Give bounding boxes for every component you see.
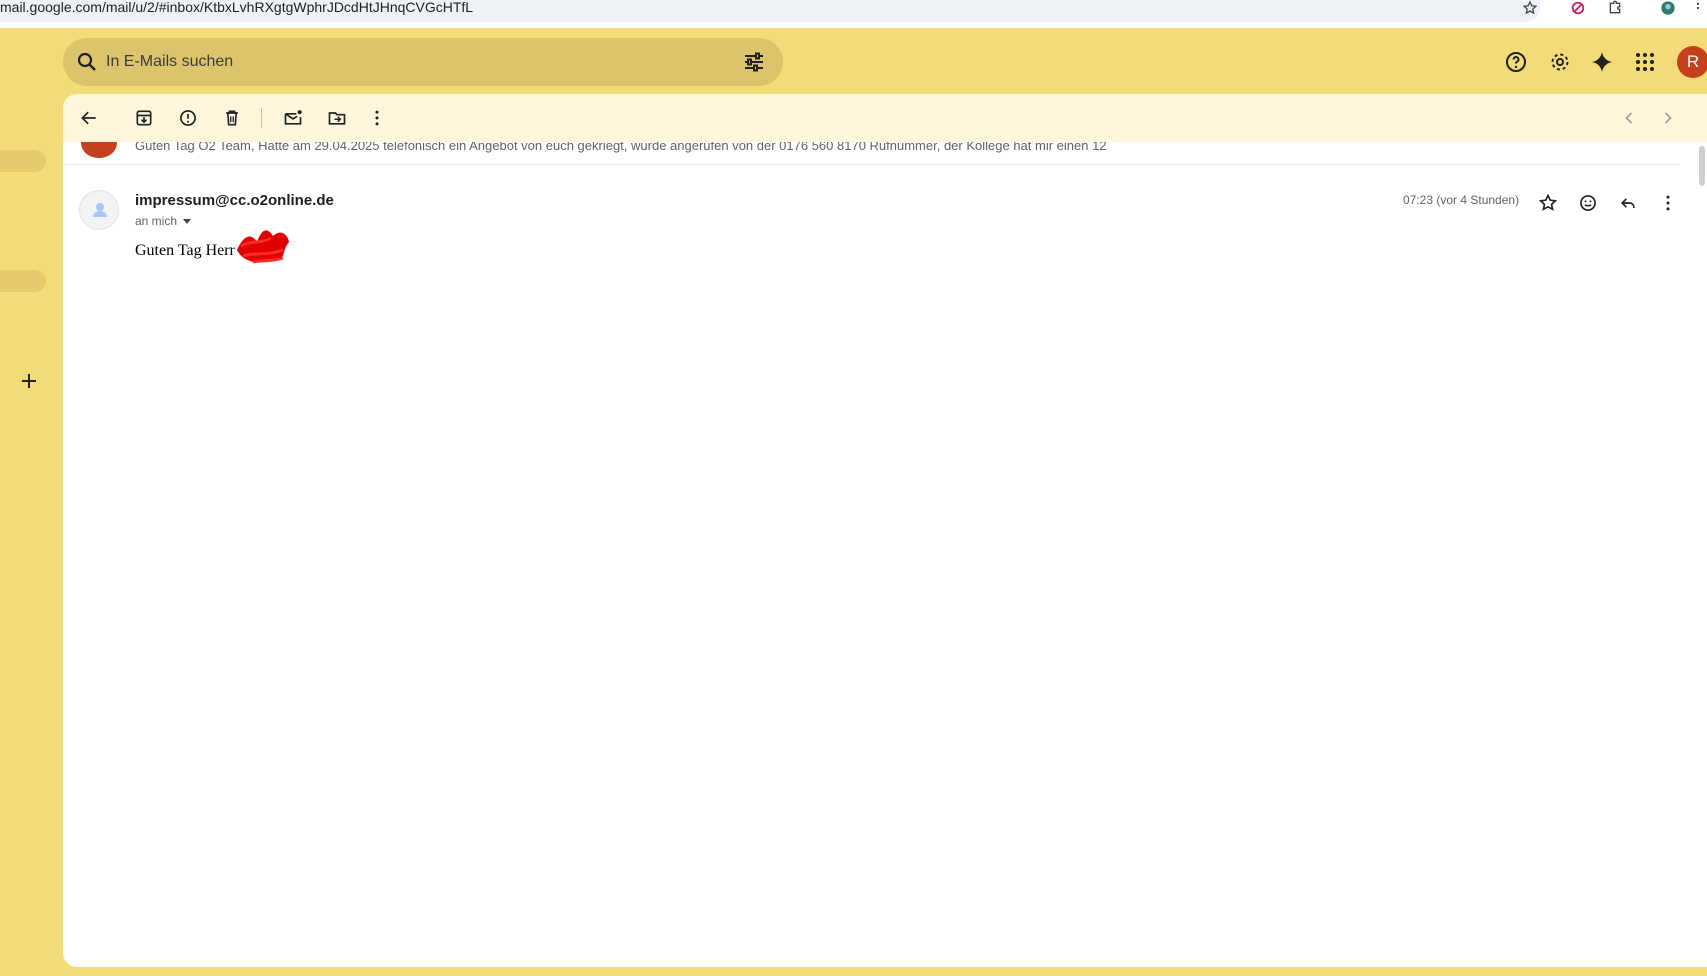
reply-icon xyxy=(1620,198,1635,208)
newer-button[interactable] xyxy=(1615,104,1643,132)
url-text[interactable]: mail.google.com/mail/u/2/#inbox/KtbxLvhR… xyxy=(0,0,473,14)
gear-icon xyxy=(1551,53,1569,71)
mail-unread-icon xyxy=(284,110,302,125)
sender-avatar xyxy=(81,142,117,158)
chevron-right-icon xyxy=(1664,112,1672,124)
sparkle-icon xyxy=(1592,52,1612,72)
recipient-details[interactable]: an mich xyxy=(135,214,192,228)
move-to-button[interactable] xyxy=(323,104,351,132)
profile-avatar-icon[interactable] xyxy=(1657,0,1679,16)
apps-grid-icon xyxy=(1636,53,1654,71)
message-snippet: Guten Tag O2 Team, Hatte am 29.04.2025 t… xyxy=(135,142,1107,153)
redaction-scribble xyxy=(237,230,289,264)
bookmark-star-icon[interactable] xyxy=(1519,0,1541,16)
reply-button[interactable] xyxy=(1614,189,1642,217)
account-avatar[interactable]: R xyxy=(1677,46,1707,78)
report-spam-button[interactable] xyxy=(174,104,202,132)
archive-icon xyxy=(136,110,152,126)
mark-unread-button[interactable] xyxy=(279,104,307,132)
rail-nav-item[interactable] xyxy=(0,150,46,172)
extensions-puzzle-icon[interactable] xyxy=(1604,0,1626,16)
browser-toolbar: mail.google.com/mail/u/2/#inbox/KtbxLvhR… xyxy=(0,0,1707,28)
help-icon xyxy=(1506,52,1526,72)
collapsed-message[interactable]: Guten Tag O2 Team, Hatte am 29.04.2025 t… xyxy=(63,142,1680,165)
back-button[interactable] xyxy=(75,104,103,132)
search-bar[interactable] xyxy=(63,38,783,86)
emoji-icon xyxy=(1580,195,1596,211)
search-options-icon[interactable] xyxy=(742,50,766,74)
caret-down-icon[interactable] xyxy=(183,219,192,225)
trash-icon xyxy=(226,110,238,126)
scrollbar-thumb[interactable] xyxy=(1699,146,1705,186)
plus-icon[interactable] xyxy=(17,369,41,393)
arrow-back-icon xyxy=(81,111,96,125)
sender-avatar[interactable] xyxy=(79,190,119,230)
archive-button[interactable] xyxy=(130,104,158,132)
more-vert-icon xyxy=(375,110,379,126)
apps-button[interactable] xyxy=(1627,44,1663,80)
more-vert-icon xyxy=(1666,195,1670,211)
browser-menu-icon[interactable] xyxy=(1691,0,1705,16)
message-toolbar xyxy=(63,94,1707,142)
person-icon xyxy=(93,203,107,217)
add-reaction-button[interactable] xyxy=(1574,189,1602,217)
delete-button[interactable] xyxy=(218,104,246,132)
search-input[interactable] xyxy=(106,38,686,86)
move-folder-icon xyxy=(328,112,346,125)
message-timestamp: 07:23 (vor 4 Stunden) xyxy=(1403,193,1520,207)
help-button[interactable] xyxy=(1498,44,1534,80)
recipient-label: an mich xyxy=(135,214,178,228)
rail-nav-item[interactable] xyxy=(0,270,46,292)
message-body: Guten Tag Herr xyxy=(135,242,235,259)
blocker-extension-icon[interactable] xyxy=(1567,0,1589,16)
chevron-left-icon xyxy=(1625,112,1633,124)
star-icon xyxy=(1538,193,1558,211)
message-more-button[interactable] xyxy=(1654,189,1682,217)
toolbar-divider xyxy=(261,108,262,128)
gemini-button[interactable] xyxy=(1584,44,1620,80)
settings-button[interactable] xyxy=(1542,44,1578,80)
address-bar[interactable]: mail.google.com/mail/u/2/#inbox/KtbxLvhR… xyxy=(0,0,1540,22)
more-options-button[interactable] xyxy=(363,104,391,132)
star-button[interactable] xyxy=(1534,189,1562,217)
search-icon[interactable] xyxy=(75,50,99,74)
sender-email[interactable]: impressum@cc.o2online.de xyxy=(135,192,334,209)
mail-panel: Guten Tag O2 Team, Hatte am 29.04.2025 t… xyxy=(63,94,1707,967)
report-icon xyxy=(180,110,196,126)
older-button[interactable] xyxy=(1654,104,1682,132)
